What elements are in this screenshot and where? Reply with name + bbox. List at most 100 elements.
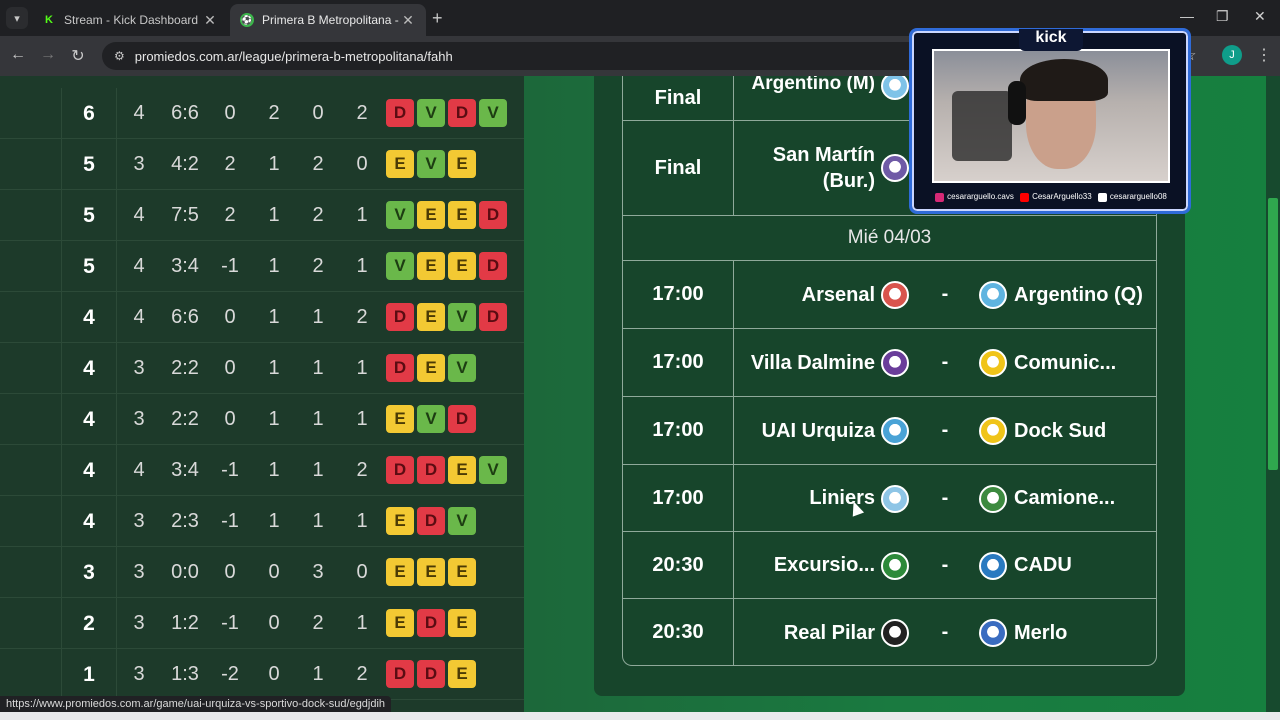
standings-row[interactable]: 4 4 3:4 -1 1 1 2 D D E V [0, 445, 524, 496]
team-cell [0, 598, 62, 649]
minimize-icon[interactable]: — [1180, 8, 1194, 24]
form-badge: V [479, 99, 507, 127]
draws: 2 [312, 255, 324, 277]
standings-row[interactable]: 4 3 2:2 0 1 1 1 D E V [0, 343, 524, 394]
match-status: Final [623, 121, 734, 215]
draws: 1 [312, 663, 324, 685]
losses: 1 [356, 357, 368, 379]
goals: 4:2 [171, 153, 199, 175]
menu-kebab-icon[interactable]: ⋮ [1256, 45, 1272, 65]
fixture-row[interactable]: 17:00 UAI Urquiza - Dock Sud [623, 397, 1156, 465]
score-separator: - [941, 554, 949, 576]
recent-form: EDE [386, 609, 476, 637]
fixture-row[interactable]: 17:00 Liniers - Camione... [623, 465, 1156, 532]
reload-icon[interactable]: ↻ [68, 46, 88, 66]
window-close-icon[interactable]: ✕ [1254, 8, 1266, 25]
form-badge: E [417, 303, 445, 331]
home-team[interactable]: Villa Dalmine [735, 329, 875, 396]
kickoff-time: 20:30 [623, 532, 734, 598]
points: 3 [62, 547, 117, 598]
wins: 1 [268, 306, 280, 328]
tab-search-chevron-icon[interactable]: ▾ [6, 7, 28, 29]
fixture-row[interactable]: 20:30 Real Pilar - Merlo [623, 599, 1156, 666]
kickoff-time: 17:00 [623, 261, 734, 328]
tab-promiedos[interactable]: ⚽ Primera B Metropolitana - POSI ✕ [230, 4, 426, 36]
standings-row[interactable]: 5 3 4:2 2 1 2 0 E V E [0, 139, 524, 190]
home-team[interactable]: Arsenal [735, 261, 875, 328]
form-badge: D [479, 201, 507, 229]
url-text: promiedos.com.ar/league/primera-b-metrop… [134, 48, 453, 64]
form-badge: V [417, 405, 445, 433]
forward-arrow-icon[interactable]: → [38, 46, 58, 64]
losses: 1 [356, 510, 368, 532]
fixture-row[interactable]: 17:00 Arsenal - Argentino (Q) [623, 261, 1156, 329]
standings-row[interactable]: 4 4 6:6 0 1 1 2 D E V D [0, 292, 524, 343]
standings-row[interactable]: 5 4 7:5 2 1 2 1 V E E D [0, 190, 524, 241]
away-team[interactable]: Merlo [1014, 599, 1154, 666]
team-cell [0, 547, 62, 598]
home-team[interactable]: UAI Urquiza [735, 397, 875, 464]
scrollbar-thumb[interactable] [1268, 198, 1278, 470]
tab-kick-dashboard[interactable]: K Stream - Kick Dashboard ✕ [32, 4, 228, 36]
youtube-handle: CesarArguello33 [1020, 192, 1092, 202]
away-team[interactable]: Argentino (Q) [1014, 261, 1154, 328]
kick-brand-label: kick [1019, 29, 1083, 51]
standings-row[interactable]: 4 3 2:3 -1 1 1 1 E D V [0, 496, 524, 547]
wins: 1 [268, 357, 280, 379]
form-badge: V [448, 354, 476, 382]
new-tab-plus-icon[interactable]: + [432, 8, 443, 29]
instagram-handle: cesararguello.cavs [935, 192, 1014, 202]
goal-diff: -1 [221, 612, 239, 634]
losses: 0 [356, 561, 368, 583]
profile-avatar[interactable]: J [1222, 45, 1242, 65]
form-badge: E [386, 150, 414, 178]
score-separator: - [941, 419, 949, 441]
home-team[interactable]: Argentino (M) [735, 76, 875, 106]
kickoff-time: 20:30 [623, 599, 734, 666]
standings-row[interactable]: 1 3 1:3 -2 0 1 2 D D E [0, 649, 524, 700]
kickoff-time: 17:00 [623, 465, 734, 531]
wins: 0 [268, 663, 280, 685]
promiedos-favicon-icon: ⚽ [240, 13, 254, 27]
fixture-row[interactable]: 20:30 Excursio... - CADU [623, 532, 1156, 599]
team-crest-icon [979, 552, 1007, 580]
team-crest-icon [881, 485, 909, 513]
goals: 6:6 [171, 306, 199, 328]
home-team[interactable]: San Martín (Bur.) [735, 121, 875, 215]
away-team[interactable]: CADU [1014, 532, 1154, 598]
played: 3 [133, 612, 145, 634]
close-icon[interactable]: ✕ [400, 12, 416, 29]
goals: 7:5 [171, 204, 199, 226]
points: 4 [62, 496, 117, 547]
standings-row[interactable]: 5 4 3:4 -1 1 2 1 V E E D [0, 241, 524, 292]
standings-row[interactable]: 2 3 1:2 -1 0 2 1 E D E [0, 598, 524, 649]
standings-row[interactable]: 4 3 2:2 0 1 1 1 E V D [0, 394, 524, 445]
fixture-row[interactable]: 17:00 Villa Dalmine - Comunic... [623, 329, 1156, 397]
team-cell [0, 343, 62, 394]
wins: 1 [268, 408, 280, 430]
standings-row[interactable]: 6 4 6:6 0 2 0 2 D V D V [0, 88, 524, 139]
form-badge: V [386, 252, 414, 280]
away-team[interactable]: Camione... [1014, 465, 1154, 531]
close-icon[interactable]: ✕ [202, 12, 218, 29]
address-bar[interactable]: ⚙ promiedos.com.ar/league/primera-b-metr… [102, 42, 922, 70]
form-badge: E [386, 507, 414, 535]
kickoff-time: 17:00 [623, 397, 734, 464]
away-team[interactable]: Dock Sud [1014, 397, 1154, 464]
team-cell [0, 139, 62, 190]
home-team[interactable]: Liniers [735, 465, 875, 531]
back-arrow-icon[interactable]: ← [8, 46, 28, 64]
home-team[interactable]: Excursio... [735, 532, 875, 598]
form-badge: E [417, 558, 445, 586]
home-team[interactable]: Real Pilar [735, 599, 875, 666]
standings-table: 6 4 6:6 0 2 0 2 D V D V 5 3 4:2 2 1 2 0 E V E 5 4 7:5 2 1 2 1 V E E D 5 4… [0, 76, 524, 712]
points: 4 [62, 343, 117, 394]
standings-row[interactable]: 3 3 0:0 0 0 3 0 E E E [0, 547, 524, 598]
away-team[interactable]: Comunic... [1014, 329, 1154, 396]
losses: 0 [356, 153, 368, 175]
restore-icon[interactable]: ❐ [1216, 8, 1229, 25]
page-scrollbar[interactable] [1266, 76, 1280, 712]
wins: 1 [268, 459, 280, 481]
wins: 1 [268, 255, 280, 277]
site-info-icon[interactable]: ⚙ [114, 49, 125, 63]
